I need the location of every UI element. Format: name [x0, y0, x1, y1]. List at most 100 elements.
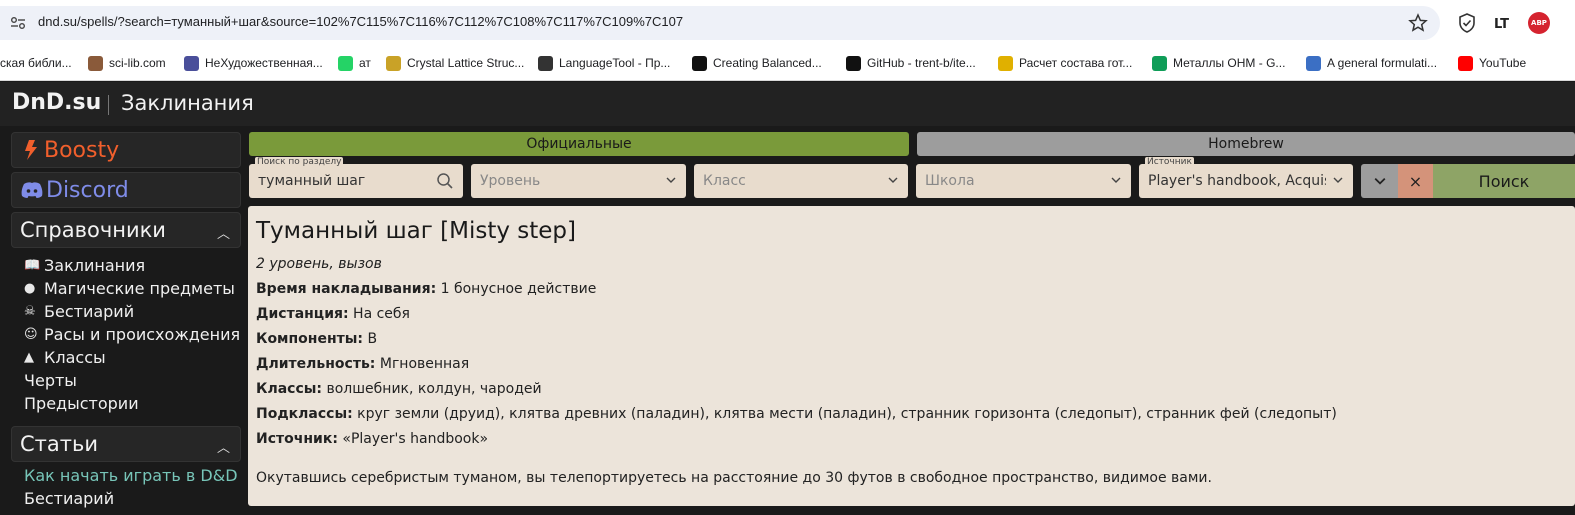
bookmark-item[interactable]: ат	[338, 54, 371, 72]
sidebar-item-1[interactable]: ● Магические предметы	[24, 279, 235, 298]
search-button[interactable]: Поиск	[1433, 164, 1575, 198]
sidebar-item-label: Классы	[44, 348, 106, 367]
sidebar-item-0[interactable]: 📖 Заклинания	[24, 256, 145, 275]
school-select[interactable]: Школа	[916, 164, 1131, 198]
spell-property-value: волшебник, колдун, чародей	[326, 381, 542, 397]
chevron-down-icon	[666, 177, 676, 183]
address-bar[interactable]: dnd.su/spells/?search=туманный+шаг&sourc…	[0, 6, 1440, 40]
discord-button[interactable]: Discord	[11, 172, 241, 208]
github-icon	[846, 55, 861, 71]
spell-property-value: круг земли (друид), клятва древних (пала…	[357, 406, 1337, 422]
collapse-caret-icon[interactable]: ︿	[217, 437, 230, 456]
shield-extension-icon[interactable]	[1456, 12, 1478, 34]
browser-toolbar: dnd.su/spells/?search=туманный+шаг&sourc…	[0, 0, 1575, 46]
site-settings-icon[interactable]	[10, 16, 26, 30]
bookmark-item[interactable]: Creating Balanced...	[692, 54, 822, 72]
sheets-icon	[1152, 55, 1167, 71]
youtube-icon	[1458, 55, 1473, 71]
spell-property: Подклассы: круг земли (друид), клятва др…	[256, 406, 1337, 422]
url-text[interactable]: dnd.su/spells/?search=туманный+шаг&sourc…	[38, 14, 683, 29]
tab-official-label: Официальные	[526, 136, 632, 152]
site-logo[interactable]: DnD.su	[12, 90, 101, 115]
bookmark-label: ат	[359, 56, 371, 70]
search-icon[interactable]	[436, 172, 454, 190]
nh-icon	[184, 55, 199, 71]
spell-property-label: Подклассы:	[256, 406, 353, 422]
sidebar-item-3[interactable]: ☺ Расы и происхождения	[24, 325, 240, 344]
level-select[interactable]: Уровень	[471, 164, 686, 198]
race-icon: ☺	[24, 326, 38, 342]
articles-section-header[interactable]: Статьи ︿	[11, 426, 241, 462]
article-link[interactable]: Как начать играть в D&D	[24, 466, 238, 485]
sidebar: Boosty Discord Справочники ︿ 📖 Заклинания…	[0, 126, 245, 515]
spell-property-value: На себя	[353, 306, 410, 322]
helmet-icon: ▲	[24, 349, 34, 365]
languagetool-icon	[538, 55, 553, 71]
potion-icon: ●	[24, 280, 36, 296]
bookmarks-bar: ская библи... sci-lib.com НеХудожественная…	[0, 46, 1575, 81]
spell-property-value: В	[367, 331, 378, 347]
article-link[interactable]: Бестиарий	[24, 489, 114, 508]
bookmark-item[interactable]: YouTube	[1458, 54, 1526, 72]
bookmark-label: Crystal Lattice Struc...	[407, 56, 525, 70]
spell-property-label: Дистанция:	[256, 306, 349, 322]
articles-section-title: Статьи	[20, 432, 99, 456]
bookmark-item[interactable]: LanguageTool - Пр...	[538, 54, 670, 72]
spell-property: Компоненты: В	[256, 331, 377, 347]
clear-filters-button[interactable]: ×	[1398, 164, 1433, 198]
site-header: DnD.su Заклинания	[0, 82, 1575, 126]
search-input[interactable]: Поиск по разделу туманный шаг	[249, 157, 463, 198]
sidebar-item-4[interactable]: ▲ Классы	[24, 348, 106, 367]
source-select[interactable]: Источник Player's handbook, Acquisit	[1139, 157, 1353, 198]
crystal-icon	[386, 55, 401, 71]
expand-filters-button[interactable]	[1361, 164, 1398, 198]
reference-section-title: Справочники	[20, 218, 166, 242]
collapse-caret-icon[interactable]: ︿	[217, 223, 230, 242]
level-select-placeholder: Уровень	[480, 173, 541, 189]
adblock-extension-icon[interactable]: ABP	[1528, 12, 1550, 34]
sidebar-item-6[interactable]: Предыстории	[24, 394, 139, 413]
spell-property-label: Источник:	[256, 431, 338, 447]
bookmark-label: sci-lib.com	[109, 56, 166, 70]
spell-property-label: Классы:	[256, 381, 323, 397]
bookmark-item[interactable]: ская библи...	[0, 54, 72, 72]
search-input-value[interactable]: туманный шаг	[258, 173, 365, 189]
boosty-button[interactable]: Boosty	[11, 132, 241, 168]
reference-section-header[interactable]: Справочники ︿	[11, 212, 241, 248]
sidebar-item-2[interactable]: ☠ Бестиарий	[24, 302, 134, 321]
bookmark-item[interactable]: Металлы ОНМ - G...	[1152, 54, 1285, 72]
medium-icon	[692, 55, 707, 71]
discord-label: Discord	[46, 177, 129, 203]
tab-official[interactable]: Официальные	[249, 132, 909, 156]
class-select[interactable]: Класс	[694, 164, 908, 198]
spell-property-value: Мгновенная	[379, 356, 470, 372]
bookmark-star-icon[interactable]	[1408, 13, 1428, 33]
paper-icon	[1306, 55, 1321, 71]
bookmark-item[interactable]: sci-lib.com	[88, 54, 166, 72]
bookmark-label: ская библи...	[0, 56, 72, 70]
scilib-icon	[88, 55, 103, 71]
tab-homebrew[interactable]: Homebrew	[917, 132, 1575, 156]
sidebar-item-label: Предыстории	[24, 394, 139, 413]
bookmark-item[interactable]: Расчет состава гот...	[998, 54, 1132, 72]
spell-title: Туманный шаг [Misty step]	[256, 218, 576, 244]
spell-property: Источник: «Player's handbook»	[256, 431, 488, 447]
boosty-label: Boosty	[44, 137, 120, 163]
bookmark-item[interactable]: Crystal Lattice Struc...	[386, 54, 524, 72]
bookmark-item[interactable]: НеХудожественная...	[184, 54, 323, 72]
close-icon: ×	[1408, 171, 1423, 191]
book-icon: 📖	[24, 257, 41, 273]
spell-property-value: 1 бонусное действие	[440, 281, 597, 297]
spell-description: Окутавшись серебристым туманом, вы телеп…	[256, 470, 1212, 486]
source-select-value: Player's handbook, Acquisit	[1148, 173, 1326, 189]
bookmark-item[interactable]: GitHub - trent-b/ite...	[846, 54, 976, 72]
sidebar-item-label: Заклинания	[44, 256, 146, 275]
bookmark-label: Расчет состава гот...	[1019, 56, 1133, 70]
chevron-down-icon	[1333, 177, 1343, 183]
sidebar-item-label: Расы и происхождения	[44, 325, 241, 344]
source-select-label: Источник	[1145, 157, 1194, 167]
bookmark-label: Creating Balanced...	[713, 56, 822, 70]
sidebar-item-5[interactable]: Черты	[24, 371, 77, 390]
bookmark-item[interactable]: A general formulati...	[1306, 54, 1437, 72]
languagetool-extension-icon[interactable]: LT	[1492, 12, 1514, 34]
